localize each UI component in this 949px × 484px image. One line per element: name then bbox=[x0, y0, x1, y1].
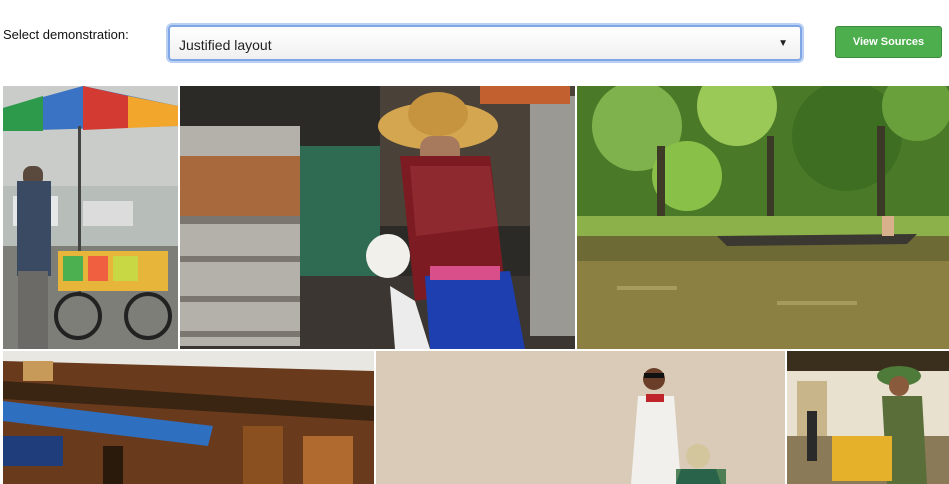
demonstration-select[interactable]: Justified layout ▼ bbox=[168, 25, 802, 61]
select-demonstration-label: Select demonstration: bbox=[3, 27, 129, 42]
select-value: Justified layout bbox=[179, 37, 272, 53]
gallery-photo-1[interactable] bbox=[3, 86, 178, 349]
gallery-photo-2[interactable] bbox=[180, 86, 575, 349]
gallery-photo-6[interactable] bbox=[787, 351, 949, 484]
gallery-photo-3[interactable] bbox=[577, 86, 949, 349]
view-sources-button[interactable]: View Sources bbox=[835, 26, 942, 58]
gallery-photo-4[interactable] bbox=[3, 351, 374, 484]
gallery-photo-5[interactable] bbox=[376, 351, 785, 484]
chevron-down-icon: ▼ bbox=[778, 38, 788, 49]
